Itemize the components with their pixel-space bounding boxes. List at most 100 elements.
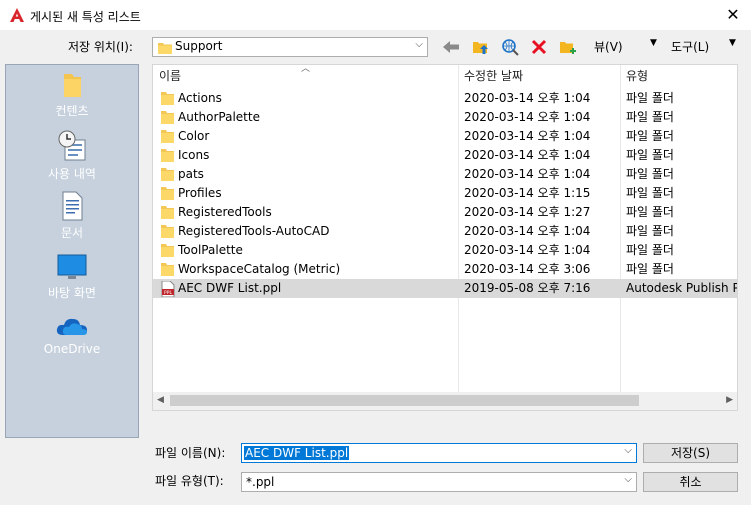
window-title: 게시된 새 특성 리스트: [30, 10, 141, 24]
file-row[interactable]: pats 2020-03-14 오후 1:04 파일 폴더: [153, 165, 737, 184]
column-header-date[interactable]: 수정한 날짜: [464, 65, 523, 87]
file-type: 파일 폴더: [626, 243, 674, 257]
up-folder-icon[interactable]: [470, 36, 492, 58]
column-header-date-label: 수정한 날짜: [464, 69, 524, 83]
onedrive-icon: [6, 315, 138, 342]
ppl-file-icon: PPL: [161, 280, 175, 303]
file-date: 2020-03-14 오후 3:06: [464, 262, 591, 276]
sort-ascending-icon: ︿: [301, 64, 311, 74]
column-header-type[interactable]: 유형: [626, 65, 648, 87]
file-row[interactable]: ToolPalette 2020-03-14 오후 1:04 파일 폴더: [153, 241, 737, 260]
places-bar: 컨텐츠 사용 내역 문서 바탕 화면 OneDrive: [5, 64, 139, 438]
desktop-icon: [6, 253, 138, 284]
place-history[interactable]: 사용 내역: [6, 130, 138, 182]
filename-label-text: 파일 이름(N):: [155, 446, 226, 460]
file-list[interactable]: 이름 ︿ 수정한 날짜 유형 Actions 2020-03-14 오후 1:04…: [152, 64, 738, 411]
horizontal-scrollbar[interactable]: ◀ ▶: [153, 392, 737, 410]
file-name: ToolPalette: [178, 243, 243, 257]
file-date: 2020-03-14 오후 1:04: [464, 243, 591, 257]
file-name: RegisteredTools: [178, 205, 272, 219]
file-name: pats: [178, 167, 204, 181]
autocad-logo-icon: [9, 7, 25, 23]
documents-icon: [6, 191, 138, 224]
views-menu[interactable]: 뷰(V): [594, 38, 623, 55]
svg-text:PPL: PPL: [164, 290, 172, 296]
place-documents[interactable]: 문서: [6, 191, 138, 241]
file-date: 2020-03-14 오후 1:04: [464, 91, 591, 105]
filetype-label: 파일 유형(T):: [155, 472, 224, 489]
file-row[interactable]: Actions 2020-03-14 오후 1:04 파일 폴더: [153, 89, 737, 108]
folder-icon: [158, 42, 172, 57]
chevron-down-icon[interactable]: ⌵: [415, 39, 423, 50]
file-name: AuthorPalette: [178, 110, 260, 124]
file-row[interactable]: Icons 2020-03-14 오후 1:04 파일 폴더: [153, 146, 737, 165]
file-type: 파일 폴더: [626, 205, 674, 219]
tools-label: 도구(L): [671, 40, 710, 54]
save-button[interactable]: 저장(S): [643, 443, 738, 463]
file-name: Profiles: [178, 186, 222, 200]
place-label: 문서: [60, 226, 84, 240]
file-date: 2020-03-14 오후 1:04: [464, 129, 591, 143]
save-in-value: Support: [175, 39, 223, 53]
back-arrow-icon[interactable]: [440, 36, 462, 58]
history-icon: [6, 130, 138, 165]
file-row[interactable]: RegisteredTools 2020-03-14 오후 1:27 파일 폴더: [153, 203, 737, 222]
save-in-label-text: 저장 위치(I):: [68, 40, 133, 54]
file-type: 파일 폴더: [626, 110, 674, 124]
file-row[interactable]: Profiles 2020-03-14 오후 1:15 파일 폴더: [153, 184, 737, 203]
filename-input[interactable]: AEC DWF List.ppl ⌵: [241, 443, 637, 463]
file-type: 파일 폴더: [626, 167, 674, 181]
save-in-label: 저장 위치(I):: [68, 38, 133, 55]
file-type: 파일 폴더: [626, 186, 674, 200]
filetype-combo[interactable]: *.ppl ⌵: [241, 472, 637, 492]
place-onedrive[interactable]: OneDrive: [6, 315, 138, 356]
column-header-type-label: 유형: [626, 69, 649, 83]
place-contents[interactable]: 컨텐츠: [6, 71, 138, 119]
file-name: WorkspaceCatalog (Metric): [178, 262, 341, 276]
scrollbar-thumb[interactable]: [170, 395, 639, 406]
views-dropdown-icon[interactable]: ▼: [650, 38, 657, 48]
tools-menu[interactable]: 도구(L): [671, 38, 709, 55]
file-row[interactable]: AuthorPalette 2020-03-14 오후 1:04 파일 폴더: [153, 108, 737, 127]
file-type: 파일 폴더: [626, 148, 674, 162]
scroll-right-icon[interactable]: ▶: [726, 395, 733, 405]
file-name: Color: [178, 129, 210, 143]
chevron-down-icon[interactable]: ⌵: [624, 445, 632, 456]
place-label: OneDrive: [43, 342, 101, 356]
column-header-name[interactable]: 이름: [159, 65, 181, 87]
file-date: 2020-03-14 오후 1:04: [464, 110, 591, 124]
chevron-down-icon[interactable]: ⌵: [624, 474, 632, 485]
file-date: 2020-03-14 오후 1:04: [464, 148, 591, 162]
file-row[interactable]: WorkspaceCatalog (Metric) 2020-03-14 오후 3…: [153, 260, 737, 279]
file-type: 파일 폴더: [626, 129, 674, 143]
file-row[interactable]: RegisteredTools-AutoCAD 2020-03-14 오후 1:0…: [153, 222, 737, 241]
file-date: 2020-03-14 오후 1:04: [464, 167, 591, 181]
file-row[interactable]: Color 2020-03-14 오후 1:04 파일 폴더: [153, 127, 737, 146]
file-row[interactable]: PPL AEC DWF List.ppl 2019-05-08 오후 7:16 Aut…: [153, 279, 737, 298]
place-desktop[interactable]: 바탕 화면: [6, 253, 138, 301]
file-date: 2020-03-14 오후 1:27: [464, 205, 591, 219]
delete-icon[interactable]: [528, 36, 550, 58]
search-web-icon[interactable]: [499, 36, 521, 58]
file-date: 2020-03-14 오후 1:04: [464, 224, 591, 238]
file-date: 2019-05-08 오후 7:16: [464, 281, 591, 295]
close-button[interactable]: ✕: [722, 4, 744, 26]
filetype-label-text: 파일 유형(T):: [155, 474, 224, 488]
file-type: Autodesk Publish Pr...: [626, 281, 737, 295]
filename-value: AEC DWF List.ppl: [244, 446, 350, 460]
scroll-left-icon[interactable]: ◀: [157, 395, 164, 405]
file-name: Icons: [178, 148, 210, 162]
save-in-combo[interactable]: Support ⌵: [152, 37, 428, 57]
filetype-value: *.ppl: [246, 475, 275, 489]
views-label: 뷰(V): [594, 40, 623, 54]
cancel-button[interactable]: 취소: [643, 472, 738, 492]
new-folder-icon[interactable]: [557, 36, 579, 58]
file-name: AEC DWF List.ppl: [178, 281, 282, 295]
folder-icon: [6, 71, 138, 102]
file-type: 파일 폴더: [626, 262, 674, 276]
column-header-name-label: 이름: [159, 69, 182, 83]
tools-dropdown-icon[interactable]: ▼: [729, 38, 736, 48]
file-name: Actions: [178, 91, 222, 105]
filename-label: 파일 이름(N):: [155, 444, 225, 461]
place-label: 컨텐츠: [55, 104, 89, 118]
